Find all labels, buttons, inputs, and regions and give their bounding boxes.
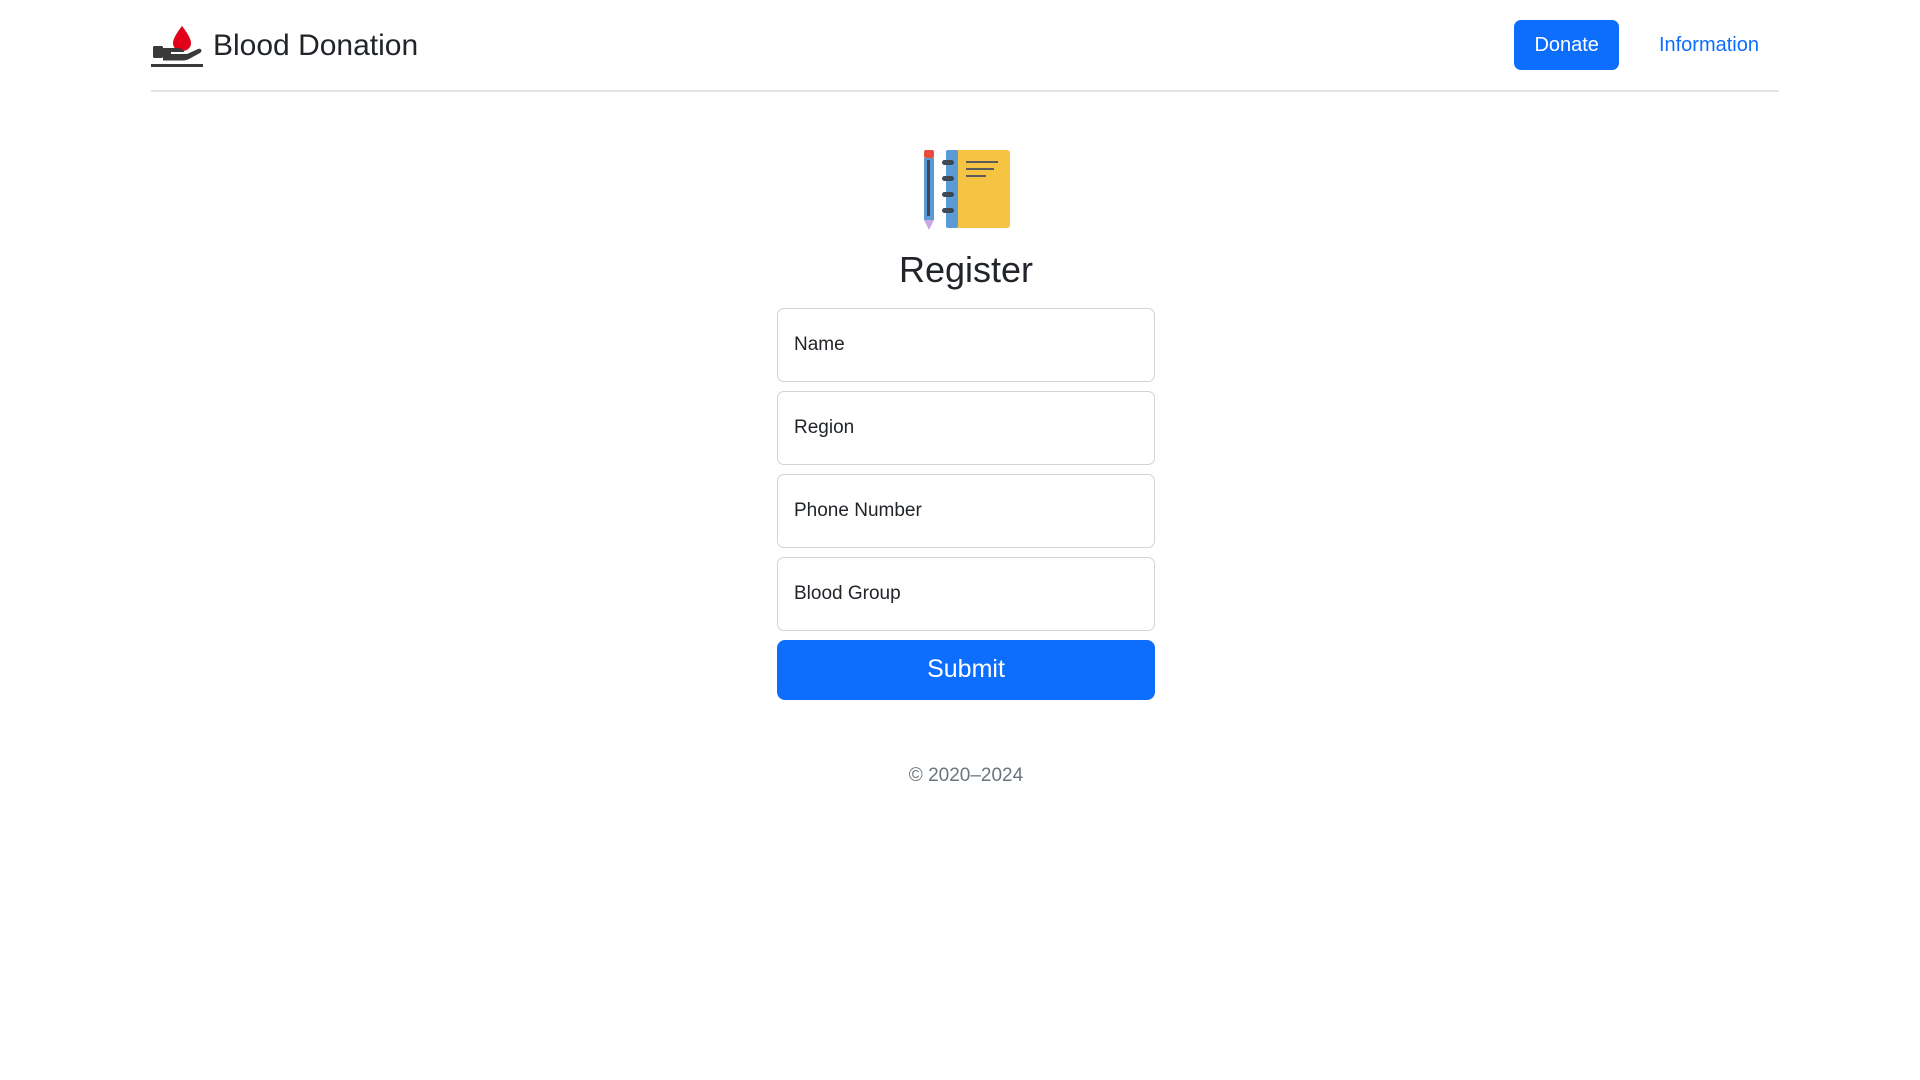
blood-drop-hand-icon bbox=[151, 26, 203, 67]
brand-link[interactable]: Blood Donation bbox=[151, 22, 418, 70]
notebook-pencil-icon bbox=[924, 150, 1010, 230]
name-input[interactable] bbox=[777, 307, 1155, 382]
register-form: Submit bbox=[777, 307, 1155, 700]
region-input[interactable] bbox=[777, 390, 1155, 465]
information-link[interactable]: Information bbox=[1639, 20, 1779, 70]
header-nav: Donate Information bbox=[1514, 20, 1779, 70]
blood-group-input[interactable] bbox=[777, 556, 1155, 631]
phone-number-input[interactable] bbox=[777, 473, 1155, 548]
page-title: Register bbox=[898, 249, 1034, 290]
copyright-text: © 2020–2024 bbox=[908, 764, 1024, 786]
register-form-container: Register Submit © 2020–2024 bbox=[777, 146, 1155, 806]
brand-title: Blood Donation bbox=[213, 29, 419, 62]
site-header: Blood Donation Donate Information bbox=[151, 0, 1779, 92]
submit-button[interactable]: Submit bbox=[777, 639, 1155, 700]
donate-button[interactable]: Donate bbox=[1514, 20, 1619, 70]
